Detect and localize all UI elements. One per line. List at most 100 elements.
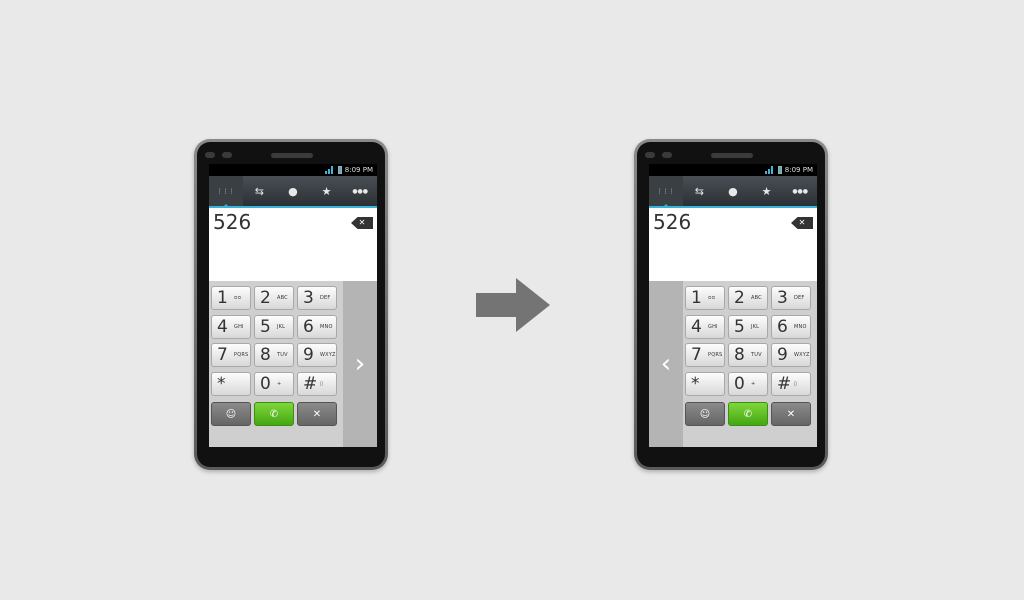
- dialpad-key-2[interactable]: 2 ABC: [728, 286, 768, 310]
- key-digit: 9: [777, 345, 788, 365]
- key-digit: 4: [217, 316, 228, 337]
- dialpad-key-9[interactable]: 9 WXYZ: [297, 343, 337, 367]
- key-digit: 2: [260, 288, 271, 308]
- sensor-icon: [645, 152, 655, 158]
- key-letters: DEF: [320, 295, 331, 301]
- dialpad-key-hash[interactable]: # ▯: [771, 371, 811, 396]
- camera-icon: [222, 152, 232, 158]
- tab-contacts[interactable]: ●: [716, 176, 750, 206]
- call-button[interactable]: ✆: [254, 402, 294, 426]
- key-digit: 9: [303, 345, 314, 365]
- phone-screen: 8:09 PM ⋮⋮⋮ ⇆ ● ★ ●●● 526 ✕ › 1 ᴑᴑ 2 ABC…: [209, 164, 377, 447]
- key-digit: 3: [303, 288, 314, 308]
- sensor-icon: [205, 152, 215, 158]
- favorites-icon: ★: [321, 184, 332, 198]
- signal-icon: [764, 166, 775, 174]
- tab-favorites[interactable]: ★: [750, 176, 784, 206]
- dialpad-key-3[interactable]: 3 DEF: [771, 286, 811, 310]
- dialpad-key-star[interactable]: *: [685, 371, 725, 396]
- dialpad-icon: ⋮⋮⋮: [216, 187, 235, 195]
- number-display: 526 ✕: [209, 208, 377, 281]
- delete-digit-button[interactable]: ✕: [351, 217, 373, 229]
- key-letters: PQRS: [234, 352, 249, 358]
- call-log-icon: ⇆: [694, 184, 704, 198]
- message-button[interactable]: ☺: [685, 402, 725, 426]
- chevron-left-icon: ‹: [660, 349, 672, 379]
- transition-arrow-icon: [476, 278, 550, 332]
- phone-icon: ✆: [269, 408, 279, 420]
- dialpad-key-star[interactable]: *: [211, 371, 251, 396]
- key-digit: #: [777, 373, 792, 394]
- tab-dialpad[interactable]: ⋮⋮⋮: [209, 176, 243, 208]
- dialpad-key-2[interactable]: 2 ABC: [254, 286, 294, 310]
- key-digit: *: [691, 373, 700, 394]
- phone-icon: ✆: [743, 408, 753, 420]
- slide-panel-button[interactable]: ‹: [649, 281, 683, 447]
- dialpad-key-7[interactable]: 7 PQRS: [685, 343, 725, 367]
- status-time: 8:09 PM: [344, 166, 373, 174]
- key-letters: +: [277, 380, 282, 387]
- dialpad-key-hash[interactable]: # ▯: [297, 371, 337, 396]
- tab-dialpad[interactable]: ⋮⋮⋮: [649, 176, 683, 208]
- tab-groups[interactable]: ●●●: [783, 176, 817, 206]
- key-digit: 7: [691, 345, 702, 365]
- dialpad-area: ‹ 1 ᴑᴑ 2 ABC 3 DEF 4 GHI 5 JKL 6 MNO 7 P…: [649, 281, 817, 447]
- key-letters: ᴑᴑ: [234, 295, 242, 301]
- key-letters: MNO: [794, 323, 807, 330]
- key-letters: ABC: [751, 295, 762, 301]
- delete-digit-button[interactable]: ✕: [791, 217, 813, 229]
- camera-icon: [662, 152, 672, 158]
- key-digit: 4: [691, 316, 702, 337]
- dialpad-key-5[interactable]: 5 JKL: [254, 314, 294, 339]
- key-letters: GHI: [708, 323, 718, 330]
- key-digit: 0: [260, 373, 271, 394]
- key-letters: WXYZ: [794, 352, 810, 358]
- slide-panel-button[interactable]: ›: [343, 281, 377, 447]
- dialpad-key-0[interactable]: 0 +: [728, 371, 768, 396]
- dialpad-key-6[interactable]: 6 MNO: [771, 314, 811, 339]
- dialpad-key-3[interactable]: 3 DEF: [297, 286, 337, 310]
- key-digit: 1: [217, 288, 228, 308]
- dialpad-key-4[interactable]: 4 GHI: [211, 314, 251, 339]
- dialpad-key-1[interactable]: 1 ᴑᴑ: [211, 286, 251, 310]
- dialpad-key-7[interactable]: 7 PQRS: [211, 343, 251, 367]
- dialpad-area: › 1 ᴑᴑ 2 ABC 3 DEF 4 GHI 5 JKL 6 MNO 7 P…: [209, 281, 377, 447]
- key-digit: 5: [734, 316, 745, 337]
- contacts-icon: ●: [288, 184, 298, 198]
- dialpad-key-5[interactable]: 5 JKL: [728, 314, 768, 339]
- backspace-icon: ✕: [312, 408, 322, 420]
- dialpad-key-8[interactable]: 8 TUV: [254, 343, 294, 367]
- battery-icon: [777, 166, 782, 174]
- phone-screen: 8:09 PM ⋮⋮⋮ ⇆ ● ★ ●●● 526 ✕ ‹ 1 ᴑᴑ 2 ABC…: [649, 164, 817, 447]
- dialpad-key-1[interactable]: 1 ᴑᴑ: [685, 286, 725, 310]
- message-button[interactable]: ☺: [211, 402, 251, 426]
- dialpad-key-0[interactable]: 0 +: [254, 371, 294, 396]
- dialpad-key-9[interactable]: 9 WXYZ: [771, 343, 811, 367]
- tab-call-log[interactable]: ⇆: [243, 176, 277, 206]
- key-letters: JKL: [277, 323, 286, 330]
- key-digit: 2: [734, 288, 745, 308]
- contacts-icon: ●: [728, 184, 738, 198]
- call-log-icon: ⇆: [254, 184, 264, 198]
- tab-favorites[interactable]: ★: [310, 176, 344, 206]
- tab-contacts[interactable]: ●: [276, 176, 310, 206]
- status-bar: 8:09 PM: [649, 164, 817, 176]
- message-icon: ☺: [225, 408, 237, 420]
- dialpad-key-4[interactable]: 4 GHI: [685, 314, 725, 339]
- key-digit: 0: [734, 373, 745, 394]
- speaker-grille: [711, 153, 753, 158]
- key-letters: JKL: [751, 323, 760, 330]
- key-letters: GHI: [234, 323, 244, 330]
- key-digit: 1: [691, 288, 702, 308]
- key-digit: 8: [734, 345, 745, 365]
- key-letters: ABC: [277, 295, 288, 301]
- backspace-button[interactable]: ✕: [771, 402, 811, 426]
- backspace-button[interactable]: ✕: [297, 402, 337, 426]
- tab-call-log[interactable]: ⇆: [683, 176, 717, 206]
- call-button[interactable]: ✆: [728, 402, 768, 426]
- phone-body: 8:09 PM ⋮⋮⋮ ⇆ ● ★ ●●● 526 ✕ ‹ 1 ᴑᴑ 2 ABC…: [637, 142, 825, 467]
- dialpad-key-6[interactable]: 6 MNO: [297, 314, 337, 339]
- battery-icon: [337, 166, 342, 174]
- tab-groups[interactable]: ●●●: [343, 176, 377, 206]
- dialpad-key-8[interactable]: 8 TUV: [728, 343, 768, 367]
